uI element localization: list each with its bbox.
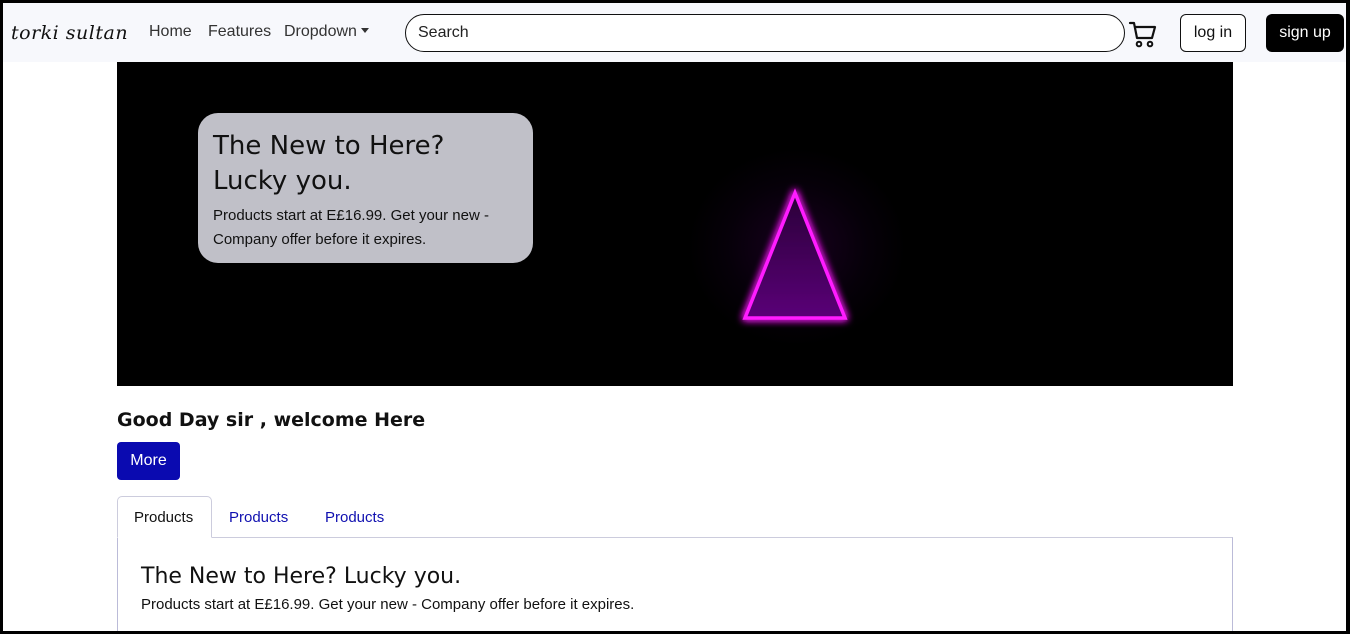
login-button[interactable]: log in: [1180, 14, 1246, 52]
welcome-heading: Good Day sir , welcome Here: [117, 409, 426, 431]
tab-products-2[interactable]: Products: [213, 496, 304, 538]
navbar: torki sultan Home Features Dropdown log …: [3, 3, 1346, 62]
tab-products-1[interactable]: Products: [117, 496, 212, 538]
panel-title: The New to Here? Lucky you.: [141, 564, 462, 589]
cart-icon[interactable]: [1128, 19, 1158, 49]
panel-text: Products start at E£16.99. Get your new …: [141, 596, 635, 613]
caret-down-icon: [360, 28, 369, 33]
nav-dropdown-toggle[interactable]: Dropdown: [284, 23, 369, 41]
page: torki sultan Home Features Dropdown log …: [3, 3, 1346, 631]
hero-title: The New to Here? Lucky you.: [213, 131, 445, 196]
neon-triangle-image: [742, 188, 848, 320]
tab-panel: The New to Here? Lucky you. Products sta…: [117, 537, 1233, 631]
tab-products-3[interactable]: Products: [309, 496, 400, 538]
brand-logo[interactable]: torki sultan: [11, 17, 128, 49]
hero-card: The New to Here? Lucky you. Products sta…: [198, 113, 533, 263]
nav-link-home[interactable]: Home: [149, 23, 192, 41]
nav-link-features[interactable]: Features: [208, 23, 271, 41]
more-button[interactable]: More: [117, 442, 180, 480]
search-input[interactable]: [405, 14, 1125, 52]
hero-banner: The New to Here? Lucky you. Products sta…: [117, 62, 1233, 386]
hero-text: Products start at E£16.99. Get your new …: [213, 207, 489, 248]
nav-dropdown-label: Dropdown: [284, 23, 357, 40]
signup-button[interactable]: sign up: [1266, 14, 1344, 52]
